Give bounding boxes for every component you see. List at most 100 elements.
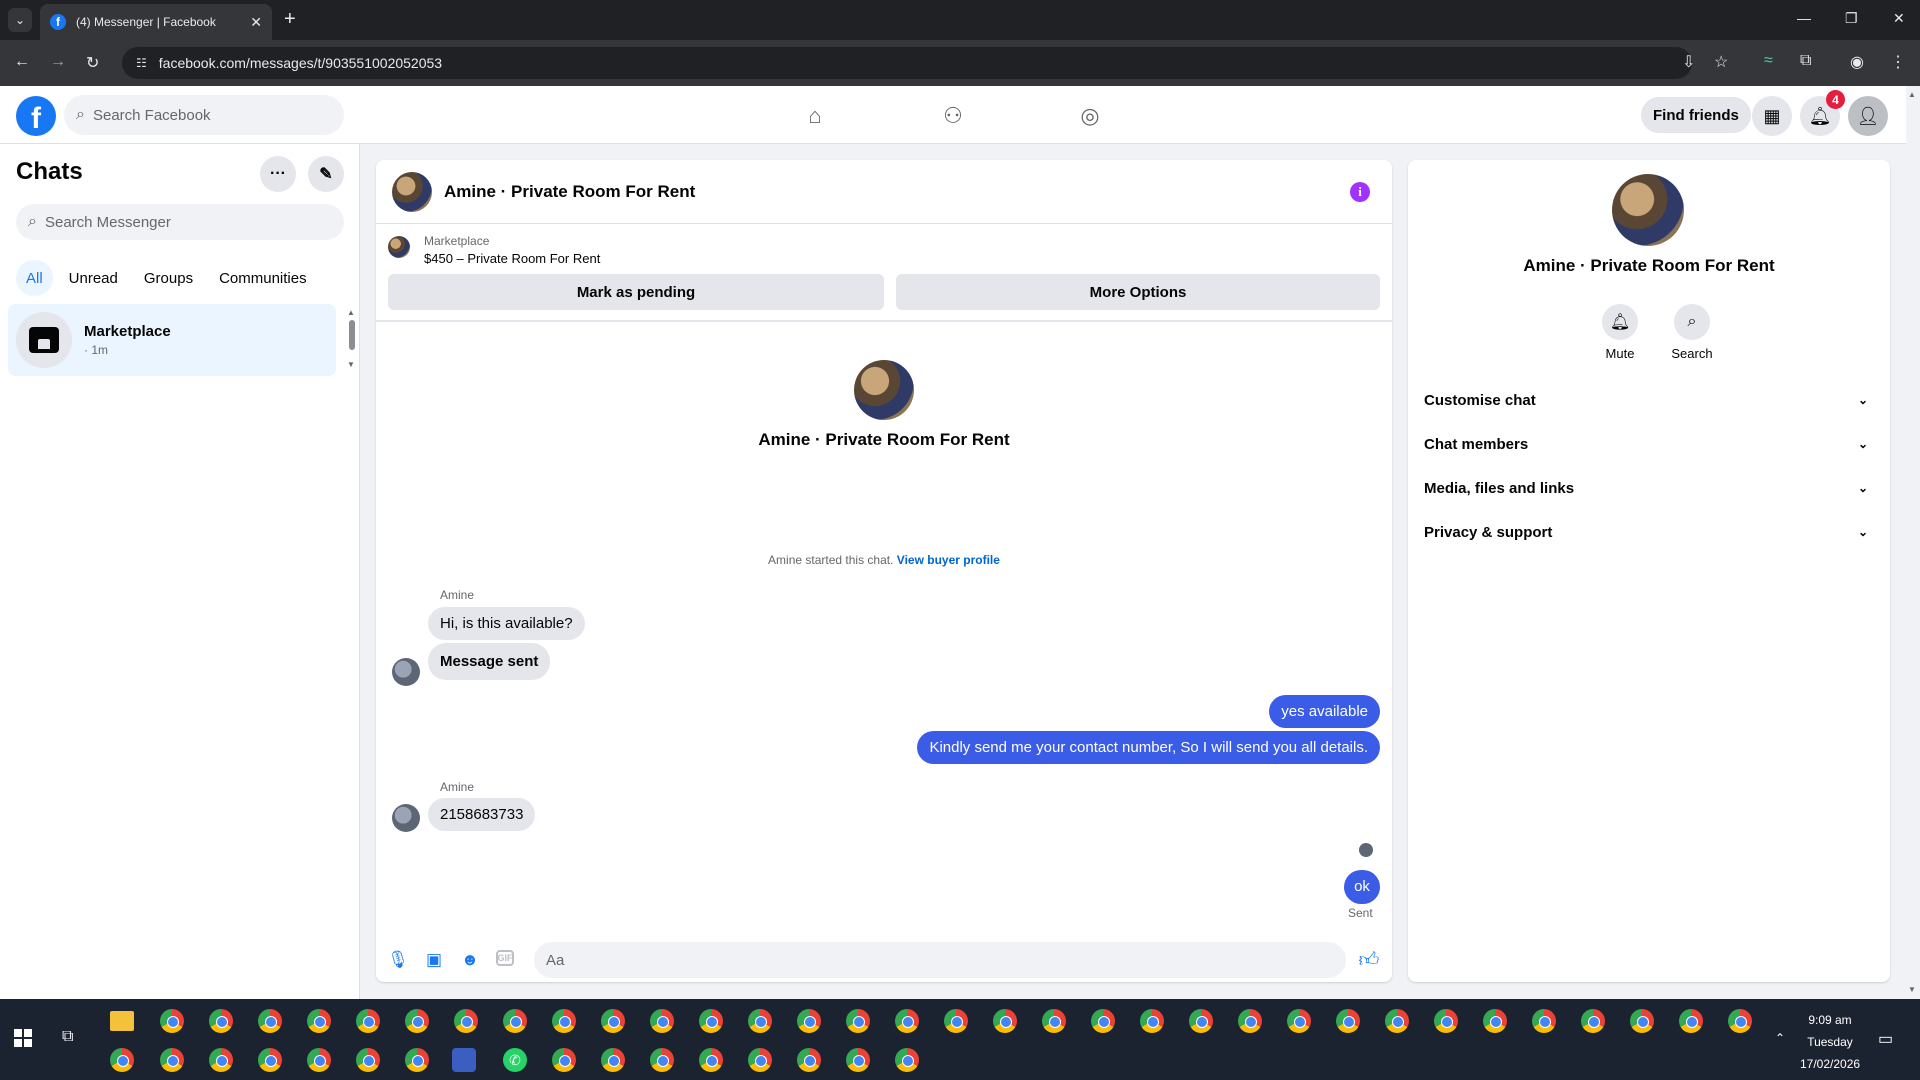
omnibox[interactable]: ☷ facebook.com/messages/t/90355100205205… <box>122 47 1692 79</box>
chrome-window-icon[interactable] <box>258 1009 282 1033</box>
mark-as-pending-button[interactable]: Mark as pending <box>388 274 884 310</box>
whatsapp-icon[interactable]: ✆ <box>503 1048 527 1072</box>
chrome-window-icon[interactable] <box>1091 1009 1115 1033</box>
account-avatar[interactable]: 👤︎ <box>1848 96 1888 136</box>
home-icon[interactable]: ⌂ <box>801 102 829 130</box>
filter-unread[interactable]: Unread <box>59 260 128 296</box>
new-tab-button[interactable]: + <box>284 8 296 31</box>
filter-communities[interactable]: Communities <box>209 260 317 296</box>
chrome-window-icon[interactable] <box>1581 1009 1605 1033</box>
reload-button[interactable]: ↻ <box>86 53 99 73</box>
chrome-window-icon[interactable] <box>1483 1009 1507 1033</box>
message-input[interactable] <box>546 951 1306 969</box>
chrome-window-icon[interactable] <box>503 1009 527 1033</box>
customise-chat-section[interactable]: Customise chat ⌄ <box>1416 378 1882 422</box>
incoming-message[interactable]: Message sent <box>428 643 551 680</box>
chrome-window-icon[interactable] <box>209 1009 233 1033</box>
task-view-icon[interactable]: ⧉ <box>62 1028 73 1046</box>
info-icon[interactable]: i <box>1350 182 1370 202</box>
groups-icon[interactable]: ◎ <box>1076 102 1104 130</box>
chrome-window-icon[interactable] <box>846 1048 870 1072</box>
chrome-window-icon[interactable] <box>258 1048 282 1072</box>
restore-button[interactable]: ❐ <box>1845 10 1858 27</box>
microphone-icon[interactable]: 🎙︎ <box>387 950 409 970</box>
friends-icon[interactable]: ⚇ <box>939 102 967 130</box>
sender-avatar[interactable] <box>392 804 420 832</box>
conversation-title[interactable]: Amine · Private Room For Rent <box>444 182 695 202</box>
chrome-window-icon[interactable] <box>1140 1009 1164 1033</box>
incoming-message[interactable]: 2158683733 <box>428 798 536 831</box>
chat-list-scrollbar[interactable] <box>349 320 355 350</box>
find-friends-button[interactable]: Find friends <box>1641 97 1751 133</box>
conversation-avatar[interactable] <box>392 171 432 212</box>
mute-button[interactable]: 🔔︎ Mute <box>1590 304 1650 361</box>
tab-search-button[interactable]: ⌄ <box>8 8 32 32</box>
sender-avatar[interactable] <box>392 658 420 686</box>
sticker-icon[interactable]: ☻ <box>460 950 480 970</box>
chrome-window-icon[interactable] <box>1630 1009 1654 1033</box>
app-icon[interactable] <box>452 1048 476 1072</box>
close-tab-icon[interactable]: ✕ <box>250 14 262 31</box>
details-avatar[interactable] <box>1612 174 1684 246</box>
attach-photo-icon[interactable]: ▣ <box>424 950 444 970</box>
chrome-window-icon[interactable] <box>1336 1009 1360 1033</box>
chrome-window-icon[interactable] <box>1189 1009 1213 1033</box>
chrome-window-icon[interactable] <box>1434 1009 1458 1033</box>
chat-members-section[interactable]: Chat members ⌄ <box>1416 422 1882 466</box>
extension-icon[interactable]: ≈ <box>1764 52 1773 70</box>
messenger-search-input[interactable] <box>44 213 244 231</box>
minimize-button[interactable]: — <box>1797 10 1811 26</box>
outgoing-message[interactable]: Kindly send me your contact number, So I… <box>917 731 1380 764</box>
more-options-button[interactable]: More Options <box>896 274 1380 310</box>
chrome-window-icon[interactable] <box>160 1009 184 1033</box>
incoming-message[interactable]: Hi, is this available? <box>428 607 585 640</box>
outgoing-message[interactable]: ok <box>1344 870 1380 904</box>
forward-button[interactable]: → <box>50 53 66 71</box>
profile-icon[interactable]: ◉ <box>1850 52 1864 72</box>
chrome-window-icon[interactable] <box>1532 1009 1556 1033</box>
chrome-window-icon[interactable] <box>1679 1009 1703 1033</box>
chrome-window-icon[interactable] <box>699 1048 723 1072</box>
chrome-window-icon[interactable] <box>454 1009 478 1033</box>
view-buyer-profile-link[interactable]: View buyer profile <box>897 553 1000 567</box>
chrome-window-icon[interactable] <box>650 1009 674 1033</box>
scroll-up-arrow-icon[interactable]: ▲ <box>347 308 355 317</box>
chrome-window-icon[interactable] <box>405 1009 429 1033</box>
chrome-window-icon[interactable] <box>552 1048 576 1072</box>
page-scroll-down-icon[interactable]: ▼ <box>1908 985 1916 994</box>
chrome-window-icon[interactable] <box>944 1009 968 1033</box>
tray-chevron-up-icon[interactable]: ⌃ <box>1775 1031 1785 1045</box>
chat-list-item[interactable]: Marketplace · 1m <box>8 304 336 376</box>
chrome-window-icon[interactable] <box>601 1048 625 1072</box>
browser-menu-icon[interactable]: ⋮ <box>1890 52 1906 72</box>
facebook-search-input[interactable] <box>92 106 292 124</box>
file-explorer-icon[interactable] <box>110 1011 134 1031</box>
chrome-window-icon[interactable] <box>895 1009 919 1033</box>
chrome-window-icon[interactable] <box>797 1048 821 1072</box>
gif-icon[interactable]: GIF <box>496 950 514 966</box>
chrome-window-icon[interactable] <box>797 1009 821 1033</box>
chrome-window-icon[interactable] <box>748 1048 772 1072</box>
chrome-window-icon[interactable] <box>650 1048 674 1072</box>
site-info-icon[interactable]: ☷ <box>136 56 147 70</box>
chrome-window-icon[interactable] <box>846 1009 870 1033</box>
chrome-window-icon[interactable] <box>110 1048 134 1072</box>
facebook-logo-icon[interactable]: f <box>16 96 56 136</box>
extensions-puzzle-icon[interactable]: ⧉ <box>1800 52 1811 70</box>
chrome-window-icon[interactable] <box>356 1048 380 1072</box>
taskbar-clock[interactable]: 9:09 am Tuesday 17/02/2026 <box>1800 1009 1860 1075</box>
chrome-window-icon[interactable] <box>356 1009 380 1033</box>
chrome-window-icon[interactable] <box>748 1009 772 1033</box>
chrome-window-icon[interactable] <box>993 1009 1017 1033</box>
chrome-window-icon[interactable] <box>1238 1009 1262 1033</box>
chrome-window-icon[interactable] <box>552 1009 576 1033</box>
install-app-icon[interactable]: ⇩ <box>1682 52 1695 72</box>
chats-options-icon[interactable]: ··· <box>260 156 296 192</box>
messenger-search[interactable]: ⌕ <box>16 204 344 240</box>
bookmark-star-icon[interactable]: ☆ <box>1714 52 1728 72</box>
chrome-window-icon[interactable] <box>895 1048 919 1072</box>
page-scroll-up-icon[interactable]: ▲ <box>1908 90 1916 99</box>
chrome-window-icon[interactable] <box>160 1048 184 1072</box>
new-message-icon[interactable]: ✎ <box>308 156 344 192</box>
notification-center-icon[interactable]: ▭ <box>1878 1029 1893 1049</box>
